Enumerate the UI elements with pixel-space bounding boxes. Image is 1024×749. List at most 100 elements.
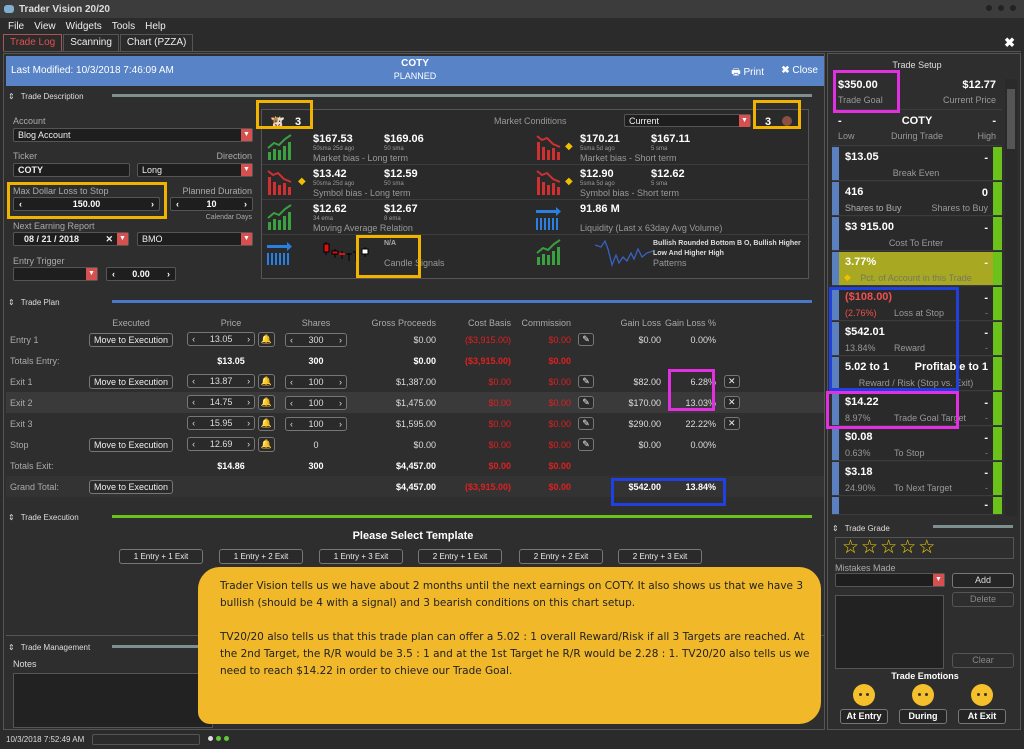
star-rating[interactable]: ☆☆☆☆☆ xyxy=(835,537,1014,559)
star-icon[interactable]: ☆ xyxy=(861,537,880,558)
clear-date-icon[interactable]: ✕ xyxy=(105,233,113,245)
neutral-face-icon[interactable] xyxy=(853,684,875,706)
decrement-icon[interactable]: ‹ xyxy=(290,398,293,408)
template-button[interactable]: 1 Entry + 1 Exit xyxy=(119,549,203,564)
earnings-date-input[interactable]: 08 / 21 / 2018 ✕ ▼ xyxy=(13,232,129,246)
clear-mistakes-button[interactable]: Clear xyxy=(952,653,1014,668)
remove-exit-icon[interactable]: ✕ xyxy=(724,375,740,388)
tab-chart[interactable]: Chart (PZZA) xyxy=(119,34,194,51)
remove-exit-icon[interactable]: ✕ xyxy=(724,417,740,430)
decrement-icon[interactable]: ‹ xyxy=(192,439,195,449)
move-to-execution-button[interactable]: Move to Execution xyxy=(88,332,174,347)
decrement-icon[interactable]: ‹ xyxy=(192,376,195,386)
delete-mistake-button[interactable]: Delete xyxy=(952,592,1014,607)
move-to-execution-button[interactable]: Move to Execution xyxy=(88,479,174,494)
close-window-button[interactable] xyxy=(1010,5,1016,11)
neutral-face-icon[interactable] xyxy=(912,684,934,706)
neutral-face-icon[interactable] xyxy=(971,684,993,706)
close-tab-icon[interactable]: ✖ xyxy=(1004,35,1015,51)
direction-select[interactable]: Long ▼ xyxy=(137,163,253,177)
decrement-icon[interactable]: ‹ xyxy=(192,418,195,428)
menu-file[interactable]: File xyxy=(8,21,24,32)
menu-widgets[interactable]: Widgets xyxy=(66,21,102,32)
scrollbar-thumb[interactable] xyxy=(1007,89,1015,149)
chevron-down-icon[interactable]: ▼ xyxy=(86,268,97,280)
earnings-timing-select[interactable]: BMO ▼ xyxy=(137,232,253,246)
edit-pencil-icon[interactable]: ✎ xyxy=(578,417,594,430)
decrement-icon[interactable]: ‹ xyxy=(112,269,115,279)
tab-scanning[interactable]: Scanning xyxy=(63,34,119,51)
template-button[interactable]: 2 Entry + 1 Exit xyxy=(418,549,502,564)
chevron-down-icon[interactable]: ▼ xyxy=(739,115,750,127)
menu-view[interactable]: View xyxy=(34,21,56,32)
trade-management-header[interactable]: ⇕ Trade Management xyxy=(8,640,90,654)
shares-stepper[interactable]: ‹ 100 › xyxy=(285,395,347,410)
price-stepper[interactable]: ‹ 14.75 › xyxy=(187,395,256,409)
template-button[interactable]: 2 Entry + 2 Exit xyxy=(519,549,603,564)
remove-exit-icon[interactable]: ✕ xyxy=(724,396,740,409)
decrement-icon[interactable]: ‹ xyxy=(290,419,293,429)
chevron-down-icon[interactable]: ▼ xyxy=(933,574,944,586)
price-stepper[interactable]: ‹ 13.87 › xyxy=(187,374,256,388)
increment-icon[interactable]: › xyxy=(339,419,342,429)
increment-icon[interactable]: › xyxy=(247,334,250,344)
star-icon[interactable]: ☆ xyxy=(899,537,918,558)
template-button[interactable]: 2 Entry + 3 Exit xyxy=(618,549,702,564)
close-button[interactable]: ✖ Close xyxy=(781,65,818,76)
template-button[interactable]: 1 Entry + 3 Exit xyxy=(319,549,403,564)
increment-icon[interactable]: › xyxy=(247,439,250,449)
alert-bell-icon[interactable]: 🔔 xyxy=(257,395,275,410)
alert-bell-icon[interactable]: 🔔 xyxy=(257,332,275,347)
edit-pencil-icon[interactable]: ✎ xyxy=(578,375,594,388)
star-icon[interactable]: ☆ xyxy=(880,537,899,558)
decrement-icon[interactable]: ‹ xyxy=(290,335,293,345)
decrement-icon[interactable]: ‹ xyxy=(290,377,293,387)
decrement-icon[interactable]: ‹ xyxy=(192,334,195,344)
increment-icon[interactable]: › xyxy=(339,335,342,345)
star-icon[interactable]: ☆ xyxy=(918,537,937,558)
move-to-execution-button[interactable]: Move to Execution xyxy=(88,374,174,389)
trade-grade-header[interactable]: ⇕ Trade Grade xyxy=(832,521,890,535)
alert-bell-icon[interactable]: 🔔 xyxy=(257,416,275,431)
maximize-button[interactable] xyxy=(998,5,1004,11)
conditions-dropdown[interactable]: Current ▼ xyxy=(624,114,751,127)
minimize-button[interactable] xyxy=(986,5,992,11)
shares-stepper[interactable]: ‹ 300 › xyxy=(285,332,347,347)
print-button[interactable]: 🖶 Print xyxy=(731,65,764,82)
chevron-down-icon[interactable]: ▼ xyxy=(117,233,128,245)
price-stepper[interactable]: ‹ 13.05 › xyxy=(187,332,256,346)
decrement-icon[interactable]: ‹ xyxy=(176,199,179,209)
setup-scrollbar[interactable] xyxy=(1005,79,1017,516)
chevron-down-icon[interactable]: ▼ xyxy=(241,164,252,176)
chevron-down-icon[interactable]: ▼ xyxy=(241,233,252,245)
edit-pencil-icon[interactable]: ✎ xyxy=(578,438,594,451)
emotion-button[interactable]: At Exit xyxy=(958,709,1006,724)
entry-trigger-stepper[interactable]: ‹ 0.00 › xyxy=(106,267,176,281)
notes-textarea[interactable] xyxy=(13,673,213,728)
ticker-input[interactable]: COTY xyxy=(13,163,130,177)
account-select[interactable]: Blog Account ▼ xyxy=(13,128,253,142)
edit-pencil-icon[interactable]: ✎ xyxy=(578,396,594,409)
entry-trigger-select[interactable]: ▼ xyxy=(13,267,98,281)
increment-icon[interactable]: › xyxy=(244,199,247,209)
alert-bell-icon[interactable]: 🔔 xyxy=(257,437,275,452)
mistakes-list[interactable] xyxy=(835,595,944,669)
price-stepper[interactable]: ‹ 15.95 › xyxy=(187,416,256,430)
emotion-button[interactable]: At Entry xyxy=(840,709,888,724)
template-button[interactable]: 1 Entry + 2 Exit xyxy=(219,549,303,564)
tab-trade-log[interactable]: Trade Log xyxy=(3,34,63,51)
increment-icon[interactable]: › xyxy=(247,376,250,386)
shares-stepper[interactable]: ‹ 100 › xyxy=(285,374,347,389)
star-icon[interactable]: ☆ xyxy=(842,537,861,558)
increment-icon[interactable]: › xyxy=(339,377,342,387)
trade-execution-header[interactable]: ⇕ Trade Execution xyxy=(8,510,79,524)
menu-help[interactable]: Help xyxy=(145,21,166,32)
duration-stepper[interactable]: ‹ 10 › xyxy=(170,197,253,211)
price-stepper[interactable]: ‹ 12.69 › xyxy=(187,437,256,451)
increment-icon[interactable]: › xyxy=(247,397,250,407)
emotion-button[interactable]: During xyxy=(899,709,947,724)
mistakes-select[interactable]: ▼ xyxy=(835,573,945,587)
menu-tools[interactable]: Tools xyxy=(112,21,135,32)
increment-icon[interactable]: › xyxy=(339,398,342,408)
edit-pencil-icon[interactable]: ✎ xyxy=(578,333,594,346)
